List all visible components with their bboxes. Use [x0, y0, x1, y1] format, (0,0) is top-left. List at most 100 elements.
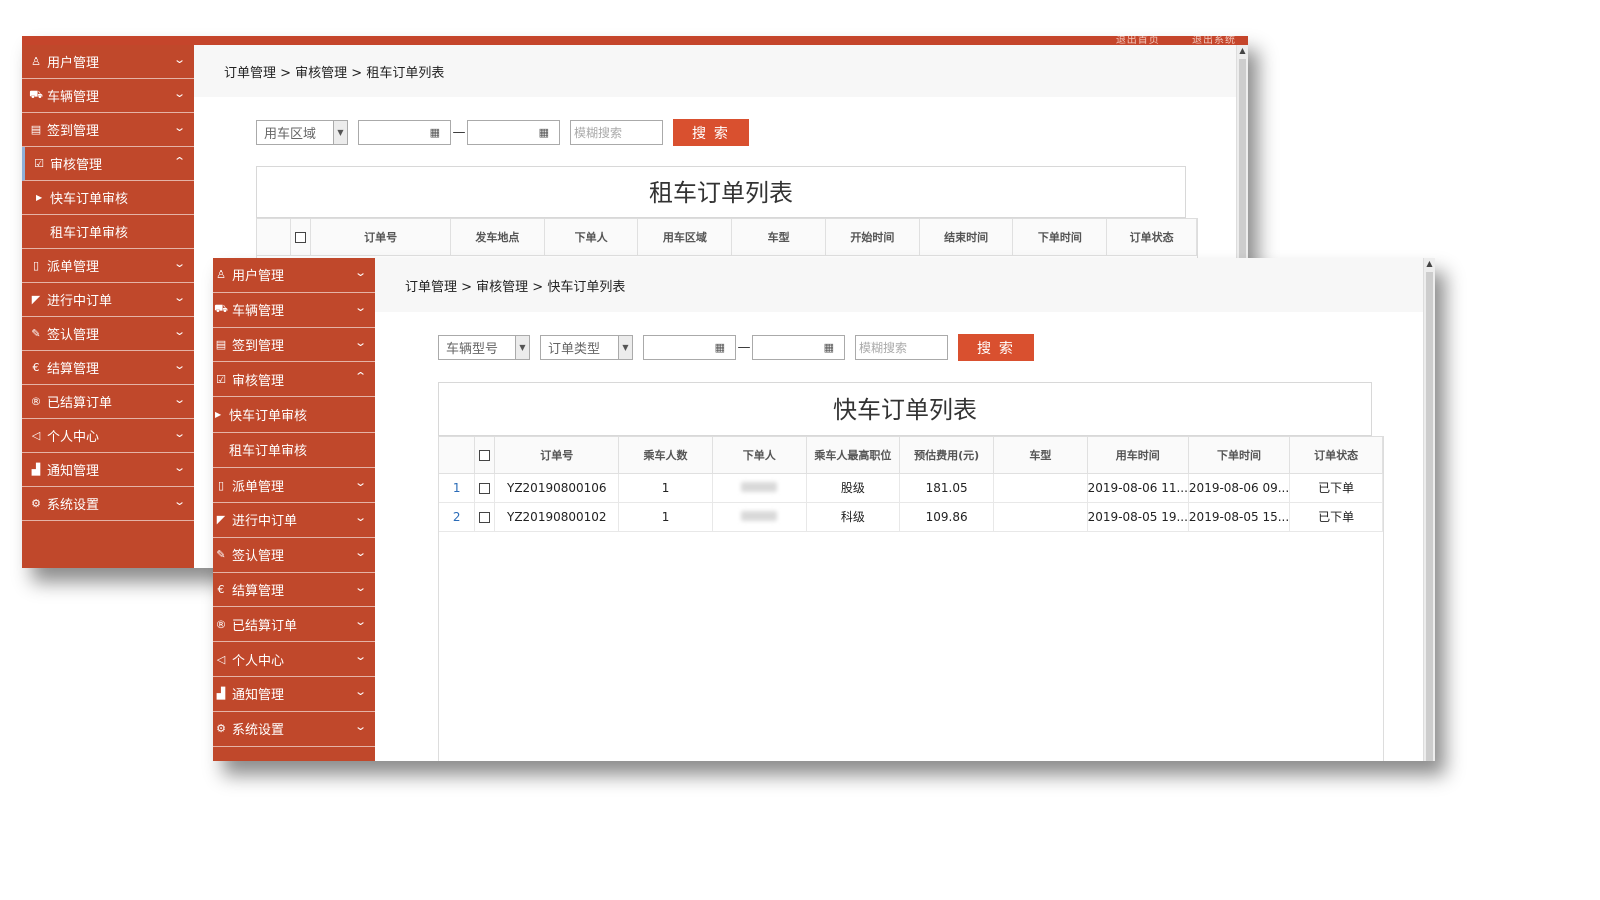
submenu-item-rental-audit[interactable]: 租车订单审核: [213, 433, 375, 469]
order-type-select[interactable]: 订单类型 ▼: [540, 335, 633, 360]
column-header[interactable]: 下单人: [712, 437, 807, 474]
express-order-table: 订单号 乘车人数 下单人 乘车人最高职位 预估费用(元) 车型 用车时间 下单时…: [438, 436, 1384, 761]
chevron-down-icon: ⌄: [353, 510, 367, 524]
menu-item-vehicle[interactable]: ⛟ 车辆管理 ⌄: [213, 293, 375, 328]
menu-item-settle[interactable]: € 结算管理 ⌄: [22, 351, 194, 385]
order-type-value: 订单类型: [548, 342, 601, 357]
search-button[interactable]: 搜 索: [958, 334, 1034, 361]
column-header[interactable]: 订单号: [494, 437, 620, 474]
select-all-checkbox[interactable]: [479, 449, 491, 461]
column-header[interactable]: 乘车人最高职位: [806, 437, 901, 474]
menu-item-vehicle[interactable]: ⛟ 车辆管理 ⌄: [22, 79, 194, 113]
keyword-search-input[interactable]: 模糊搜索: [570, 120, 663, 145]
row-select-cell: [474, 502, 496, 532]
column-header[interactable]: 乘车人数: [618, 437, 713, 474]
submenu-label: 租车订单审核: [50, 226, 129, 241]
sidebar: ♙ 用户管理 ⌄ ⛟ 车辆管理 ⌄ ▤ 签到管理 ⌄ ☑ 审核管理 ⌃ ▶ 快车订单审核 租车订单…: [213, 258, 375, 761]
vehicle-model-select[interactable]: 车辆型号 ▼: [438, 335, 530, 360]
settled-icon: ®: [30, 395, 42, 408]
menu-item-checkin[interactable]: ▤ 签到管理 ⌄: [22, 113, 194, 147]
use-time: 2019-08-05 19...: [1087, 502, 1189, 532]
end-date-input[interactable]: ▦: [752, 335, 845, 360]
scroll-up-icon[interactable]: ▲: [1237, 45, 1248, 57]
column-header[interactable]: 预估费用(元): [899, 437, 995, 474]
chevron-down-icon: ⌄: [353, 300, 367, 314]
notice-icon: ▟: [216, 687, 226, 701]
use-time: 2019-08-06 11...: [1087, 473, 1189, 503]
menu-item-dispatch[interactable]: ▯ 派单管理 ⌄: [22, 249, 194, 283]
scroll-up-icon[interactable]: ▲: [1424, 258, 1435, 270]
menu-item-personal[interactable]: ◁ 个人中心 ⌄: [22, 419, 194, 453]
column-header[interactable]: 订单状态: [1106, 219, 1197, 256]
search-button[interactable]: 搜 索: [673, 119, 749, 146]
table-row[interactable]: 1 YZ20190800106 1 股级 181.05 2019-08-06 1…: [439, 473, 1383, 503]
table-row[interactable]: 2 YZ20190800102 1 科级 109.86 2019-08-05 1…: [439, 502, 1383, 532]
end-date-input[interactable]: ▦: [467, 120, 560, 145]
keyword-search-input[interactable]: 模糊搜索: [855, 335, 948, 360]
menu-item-settings[interactable]: ⚙ 系统设置 ⌄: [22, 487, 194, 521]
column-header[interactable]: 车型: [731, 219, 826, 256]
menu-item-user[interactable]: ♙ 用户管理 ⌄: [213, 258, 375, 293]
select-all-checkbox[interactable]: [295, 231, 307, 243]
menu-label: 签到管理: [232, 338, 285, 354]
submenu-item-rental-audit[interactable]: 租车订单审核: [22, 215, 194, 249]
column-header[interactable]: 开始时间: [825, 219, 920, 256]
menu-item-user[interactable]: ♙ 用户管理 ⌄: [22, 45, 194, 79]
chevron-down-icon: ⌄: [172, 325, 186, 338]
order-time: 2019-08-06 09...: [1188, 473, 1291, 503]
menu-item-settle[interactable]: € 结算管理 ⌄: [213, 573, 375, 608]
menu-item-sign[interactable]: ✎ 签认管理 ⌄: [22, 317, 194, 351]
chevron-down-icon: ⌄: [172, 359, 186, 372]
menu-item-notice[interactable]: ▟ 通知管理 ⌄: [22, 453, 194, 487]
submenu-item-express-audit[interactable]: ▶ 快车订单审核: [213, 397, 375, 433]
chevron-up-icon: ⌃: [172, 155, 186, 168]
column-header[interactable]: 发车地点: [450, 219, 545, 256]
speaker-icon: ◁: [216, 652, 226, 666]
redacted-name: [741, 510, 778, 521]
column-header[interactable]: 下单人: [544, 219, 639, 256]
column-header[interactable]: 用车区域: [637, 219, 733, 256]
car-icon: ⛟: [214, 302, 228, 316]
menu-item-ongoing[interactable]: ◤ 进行中订单 ⌄: [213, 503, 375, 538]
column-header[interactable]: 订单号: [310, 219, 451, 256]
search-bar: 车辆型号 ▼ 订单类型 ▼ ▦ — ▦ 模糊搜索 搜 索: [438, 334, 1034, 361]
menu-item-settled[interactable]: ® 已结算订单 ⌄: [213, 607, 375, 643]
menu-item-ongoing[interactable]: ◤ 进行中订单 ⌄: [22, 283, 194, 317]
menu-item-settings[interactable]: ⚙ 系统设置 ⌄: [213, 712, 375, 747]
car-icon: ⛟: [29, 88, 43, 101]
menu-item-settled[interactable]: ® 已结算订单 ⌄: [22, 385, 194, 419]
checkin-icon: ▤: [215, 337, 227, 351]
orderer-name: [712, 473, 807, 503]
row-checkbox[interactable]: [479, 482, 491, 494]
area-select[interactable]: 用车区域 ▼: [256, 120, 348, 145]
column-header[interactable]: 用车时间: [1087, 437, 1189, 474]
menu-item-dispatch[interactable]: ▯ 派单管理 ⌄: [213, 468, 375, 503]
row-checkbox[interactable]: [479, 511, 491, 523]
menu-item-audit[interactable]: ☑ 审核管理 ⌃: [22, 147, 194, 181]
front-window: ♙ 用户管理 ⌄ ⛟ 车辆管理 ⌄ ▤ 签到管理 ⌄ ☑ 审核管理 ⌃ ▶ 快车订单审核 租车订单…: [213, 258, 1435, 761]
column-header[interactable]: 下单时间: [1012, 219, 1108, 256]
menu-item-audit[interactable]: ☑ 审核管理 ⌃: [213, 362, 375, 398]
menu-item-sign[interactable]: ✎ 签认管理 ⌄: [213, 538, 375, 573]
chevron-down-icon: ⌄: [172, 495, 186, 508]
start-date-input[interactable]: ▦: [643, 335, 736, 360]
menu-label: 派单管理: [47, 260, 100, 275]
column-header[interactable]: 车型: [993, 437, 1088, 474]
start-date-input[interactable]: ▦: [358, 120, 451, 145]
chevron-down-icon: ⌄: [353, 266, 367, 279]
scrollbar-thumb[interactable]: [1426, 272, 1433, 761]
vehicle-model: [993, 473, 1088, 503]
column-header[interactable]: 下单时间: [1188, 437, 1291, 474]
passenger-count: 1: [618, 502, 713, 532]
column-header[interactable]: 结束时间: [919, 219, 1014, 256]
select-all-cell: [290, 219, 312, 256]
submenu-item-express-audit[interactable]: ▶ 快车订单审核: [22, 181, 194, 215]
menu-item-checkin[interactable]: ▤ 签到管理 ⌄: [213, 328, 375, 363]
passenger-count: 1: [618, 473, 713, 503]
vertical-scrollbar[interactable]: ▲: [1423, 258, 1435, 761]
menu-item-personal[interactable]: ◁ 个人中心 ⌄: [213, 642, 375, 677]
checkin-icon: ▤: [30, 123, 42, 136]
menu-item-notice[interactable]: ▟ 通知管理 ⌄: [213, 677, 375, 712]
column-header[interactable]: 订单状态: [1289, 437, 1383, 474]
menu-label: 进行中订单: [232, 514, 298, 530]
